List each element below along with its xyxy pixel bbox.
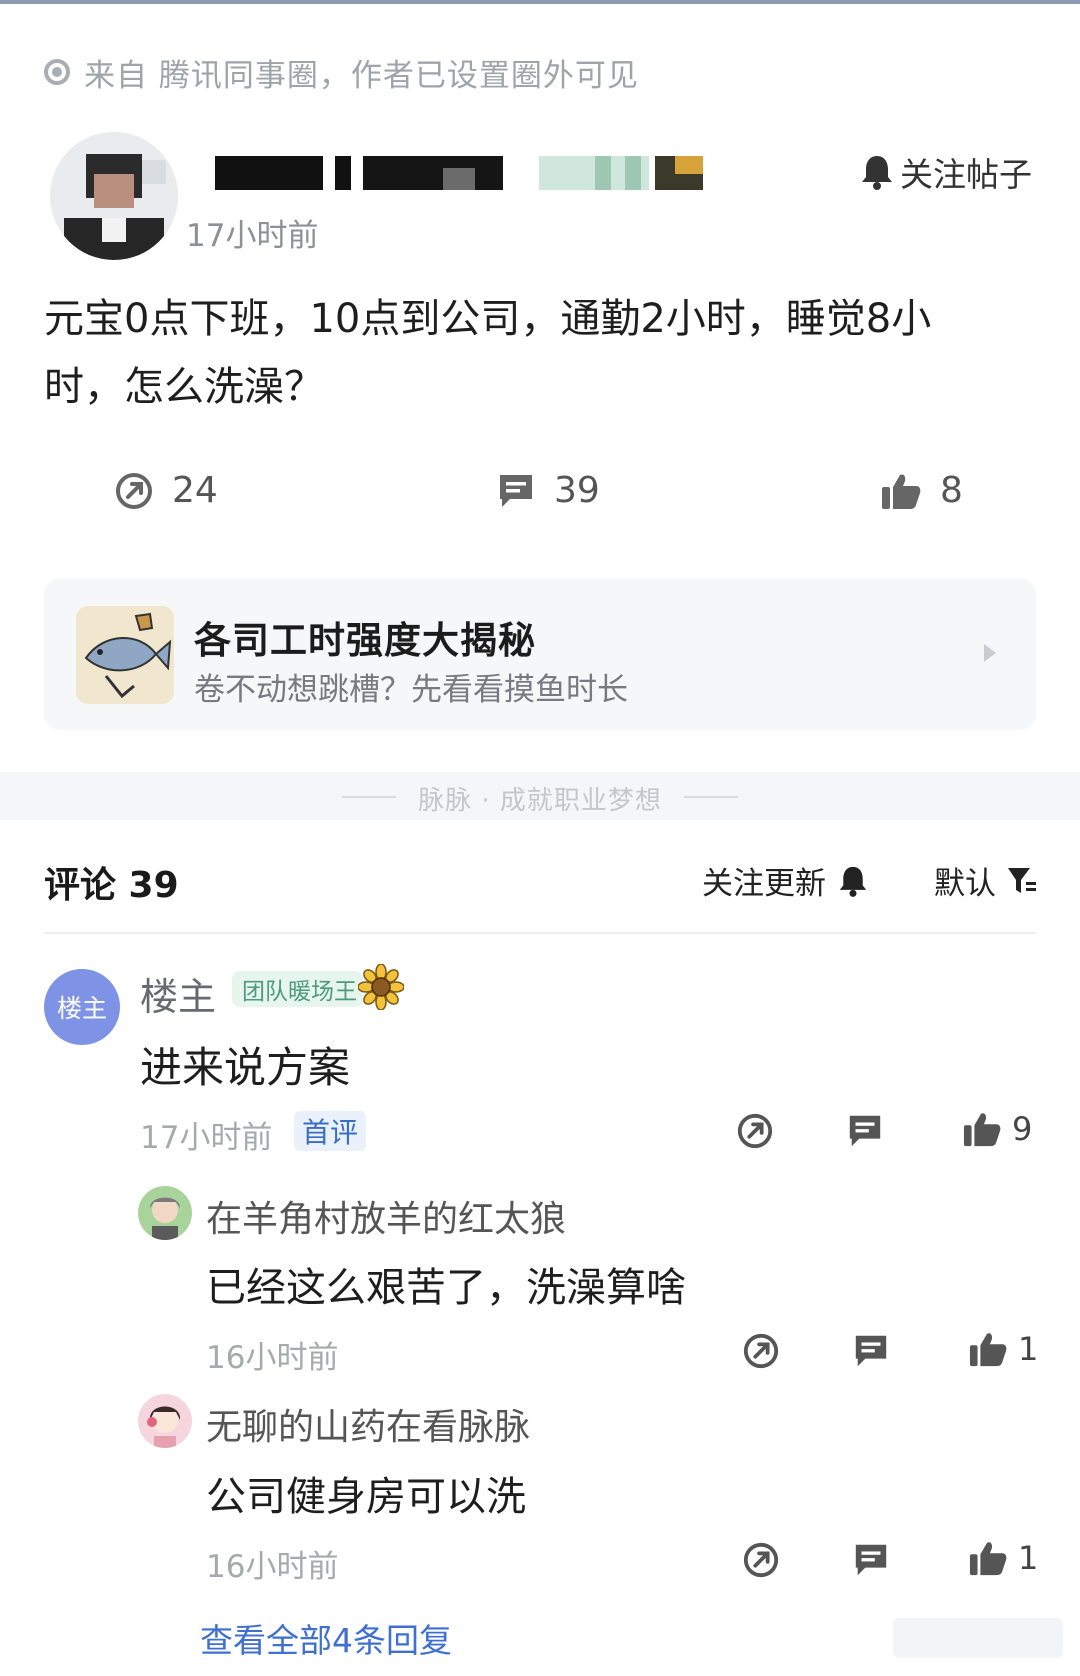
chevron-right-icon — [984, 644, 996, 662]
share-count: 24 — [172, 470, 218, 511]
reply-author[interactable]: 在羊角村放羊的红太狼 — [206, 1190, 566, 1242]
source-text: 来自 腾讯同事圈，作者已设置圈外可见 — [84, 57, 639, 94]
share-button[interactable]: 24 — [114, 470, 218, 511]
reply-like-count: 1 — [1018, 1330, 1039, 1368]
reply-avatar[interactable] — [138, 1186, 192, 1240]
sort-dropdown[interactable]: 默认 — [934, 858, 1038, 903]
source-row: 来自 腾讯同事圈，作者已设置圈外可见 — [44, 52, 639, 94]
follow-updates-button[interactable]: 关注更新 — [702, 858, 868, 903]
reply-like-count: 1 — [1018, 1539, 1039, 1577]
bell-icon — [862, 156, 892, 190]
header-divider — [44, 932, 1036, 934]
reply-share-button[interactable] — [742, 1541, 780, 1579]
reply-avatar[interactable] — [138, 1394, 192, 1448]
promo-card[interactable]: 各司工时强度大揭秘 卷不动想跳槽？先看看摸鱼时长 — [44, 578, 1036, 730]
comment-share-button[interactable] — [736, 1112, 774, 1150]
comment-author[interactable]: 楼主 — [140, 966, 216, 1021]
op-avatar[interactable]: 楼主 — [44, 969, 120, 1045]
post-time: 17小时前 — [186, 218, 319, 254]
sunflower-icon — [358, 964, 404, 1010]
reply-like-button[interactable]: 1 — [968, 1330, 1038, 1368]
reply-text: 已经这么艰苦了，洗澡算啥 — [206, 1265, 686, 1311]
user-badge: 团队暖场王 — [232, 971, 363, 1007]
follow-post-label: 关注帖子 — [900, 155, 1032, 194]
comment-icon — [500, 474, 532, 507]
comment-reply-button[interactable] — [846, 1112, 884, 1150]
comment-count: 39 — [554, 470, 600, 511]
reply-time: 16小时前 — [206, 1340, 339, 1376]
comment-like-button[interactable]: 9 — [962, 1110, 1032, 1148]
share-icon — [743, 1333, 779, 1369]
comment-button[interactable]: 39 — [496, 470, 600, 511]
promo-subtitle: 卷不动想跳槽？先看看摸鱼时长 — [194, 672, 628, 708]
share-icon — [743, 1542, 779, 1578]
thumbs-up-icon — [969, 1542, 1007, 1576]
post-body: 元宝0点下班，10点到公司，通勤2小时，睡觉8小 时，怎么洗澡？ — [44, 285, 1034, 421]
thumbs-up-icon — [882, 473, 921, 509]
comment-icon — [849, 1115, 881, 1147]
view-all-replies-link[interactable]: 查看全部4条回复 — [200, 1614, 452, 1662]
thumbs-up-icon — [969, 1333, 1007, 1367]
bell-icon — [839, 866, 867, 897]
brand-divider: 脉脉 · 成就职业梦想 — [0, 772, 1080, 820]
comment-icon — [855, 1335, 887, 1367]
share-icon — [116, 472, 152, 509]
author-name-redacted[interactable] — [215, 150, 755, 190]
follow-updates-label: 关注更新 — [702, 866, 826, 902]
top-border — [0, 0, 1080, 4]
fish-illustration — [76, 606, 174, 704]
reply-reply-button[interactable] — [852, 1332, 890, 1370]
post-text-line-1: 元宝0点下班，10点到公司，通勤2小时，睡觉8小 — [44, 296, 932, 342]
promo-title: 各司工时强度大揭秘 — [194, 619, 536, 662]
brand-slogan: 脉脉 · 成就职业梦想 — [418, 786, 662, 816]
comment-icon — [855, 1544, 887, 1576]
reply-reply-button[interactable] — [852, 1541, 890, 1579]
comments-count-header: 评论 39 — [44, 865, 179, 906]
follow-post-button[interactable]: 关注帖子 — [860, 148, 1032, 196]
comment-text: 进来说方案 — [140, 1043, 351, 1092]
sort-label: 默认 — [934, 866, 996, 902]
reply-time: 16小时前 — [206, 1549, 339, 1585]
reply-text: 公司健身房可以洗 — [206, 1474, 526, 1520]
first-comment-tag: 首评 — [294, 1111, 367, 1151]
corner-watermark — [893, 1618, 1063, 1658]
post-text-line-2: 时，怎么洗澡？ — [44, 364, 324, 410]
filter-icon — [1008, 867, 1036, 893]
share-icon — [737, 1113, 773, 1149]
comment-like-count: 9 — [1012, 1110, 1033, 1148]
reply-like-button[interactable]: 1 — [968, 1539, 1038, 1577]
reply-share-button[interactable] — [742, 1332, 780, 1370]
circle-dot-icon — [44, 59, 70, 85]
like-button[interactable]: 8 — [880, 470, 963, 511]
comment-time: 17小时前 — [140, 1120, 273, 1156]
author-avatar[interactable] — [50, 132, 178, 260]
reply-author[interactable]: 无聊的山药在看脉脉 — [206, 1398, 530, 1450]
like-count: 8 — [940, 470, 963, 511]
thumbs-up-icon — [963, 1113, 1001, 1147]
